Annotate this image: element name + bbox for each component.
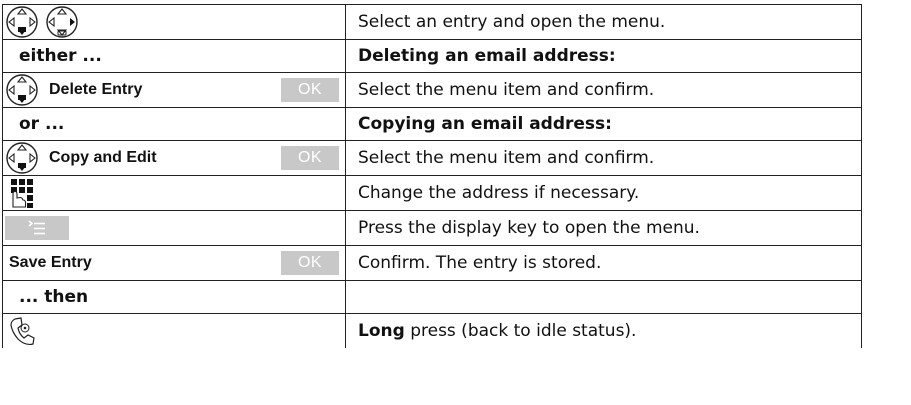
- description-cell: Select the menu item and confirm.: [345, 140, 862, 176]
- table-row: Copy and Edit OK Select the menu item an…: [2, 140, 862, 176]
- instruction-page: Select an entry and open the menu. eithe…: [0, 0, 911, 405]
- description-cell: Change the address if necessary.: [345, 175, 862, 211]
- action-cell: Save Entry OK: [2, 245, 346, 281]
- step-label: ... then: [2, 280, 346, 314]
- ok-key: OK: [281, 78, 339, 102]
- table-row: Long press (back to idle status).: [2, 313, 862, 348]
- section-heading: Copying an email address:: [345, 107, 862, 141]
- step-label: or ...: [2, 107, 346, 141]
- keypad-icon: [5, 176, 39, 210]
- table-row: Delete Entry OK Select the menu item and…: [2, 72, 862, 108]
- table-row: either ... Deleting an email address:: [2, 39, 862, 73]
- table-row: Save Entry OK Confirm. The entry is stor…: [2, 245, 862, 281]
- action-cell: [2, 210, 346, 246]
- ok-key: OK: [281, 146, 339, 170]
- section-heading: Deleting an email address:: [345, 39, 862, 73]
- emphasis-text: Long: [358, 321, 405, 341]
- table-row: Select an entry and open the menu.: [2, 4, 862, 40]
- description-cell: [345, 280, 862, 314]
- action-cell: Copy and Edit OK: [2, 140, 346, 176]
- action-cell: [2, 175, 346, 211]
- description-cell: Press the display key to open the menu.: [345, 210, 862, 246]
- ok-key: OK: [281, 251, 339, 275]
- menu-item-label: Save Entry: [9, 254, 92, 271]
- action-cell: [2, 4, 346, 40]
- menu-softkey-icon: [5, 216, 69, 240]
- menu-item-label: Copy and Edit: [49, 149, 157, 166]
- control-key-down-icon: [5, 73, 39, 107]
- menu-item-label: Delete Entry: [49, 81, 143, 98]
- end-call-key-icon: [5, 314, 39, 348]
- control-key-down-icon: [5, 141, 39, 175]
- control-key-right-icon: [45, 5, 79, 39]
- control-key-down-icon: [5, 5, 39, 39]
- description-cell: Long press (back to idle status).: [345, 313, 862, 348]
- step-label: either ...: [2, 39, 346, 73]
- action-cell: [2, 313, 346, 348]
- action-cell: Delete Entry OK: [2, 72, 346, 108]
- table-row: ... then: [2, 280, 862, 314]
- description-text: press (back to idle status).: [404, 321, 637, 341]
- description-cell: Select the menu item and confirm.: [345, 72, 862, 108]
- description-cell: Confirm. The entry is stored.: [345, 245, 862, 281]
- description-cell: Select an entry and open the menu.: [345, 4, 862, 40]
- instruction-table: Select an entry and open the menu. eithe…: [2, 4, 862, 348]
- table-row: Change the address if necessary.: [2, 175, 862, 211]
- table-row: or ... Copying an email address:: [2, 107, 862, 141]
- table-row: Press the display key to open the menu.: [2, 210, 862, 246]
